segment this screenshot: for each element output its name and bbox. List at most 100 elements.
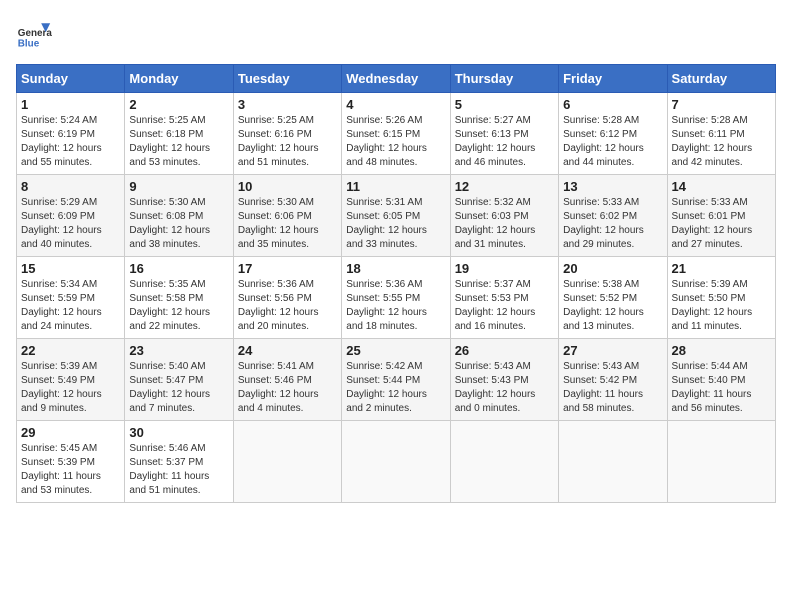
day-cell: 30 Sunrise: 5:46 AM Sunset: 5:37 PM Dayli… — [125, 421, 233, 503]
day-info: Sunrise: 5:28 AM Sunset: 6:11 PM Dayligh… — [672, 114, 771, 170]
day-cell: 12 Sunrise: 5:32 AM Sunset: 6:03 PM Dayli… — [450, 175, 558, 257]
day-info: Sunrise: 5:37 AM Sunset: 5:53 PM Dayligh… — [455, 278, 554, 334]
day-number: 7 — [672, 97, 771, 112]
day-number: 13 — [563, 179, 662, 194]
page-header: General Blue — [16, 16, 776, 52]
weekday-monday: Monday — [125, 65, 233, 93]
day-cell: 13Sunrise: 5:33 AM Sunset: 6:02 PM Dayli… — [559, 175, 667, 257]
day-cell: 6 Sunrise: 5:28 AM Sunset: 6:12 PM Daylig… — [559, 93, 667, 175]
day-info: Sunrise: 5:36 AM Sunset: 5:55 PM Dayligh… — [346, 278, 445, 334]
day-info: Sunrise: 5:46 AM Sunset: 5:37 PM Dayligh… — [129, 442, 228, 498]
day-cell: 7 Sunrise: 5:28 AM Sunset: 6:11 PM Daylig… — [667, 93, 775, 175]
day-cell: 19 Sunrise: 5:37 AM Sunset: 5:53 PM Dayli… — [450, 257, 558, 339]
calendar-body: 1 Sunrise: 5:24 AM Sunset: 6:19 PM Daylig… — [17, 93, 776, 503]
day-number: 18 — [346, 261, 445, 276]
week-row-2: 8 Sunrise: 5:29 AM Sunset: 6:09 PM Daylig… — [17, 175, 776, 257]
day-cell — [342, 421, 450, 503]
day-number: 12 — [455, 179, 554, 194]
weekday-thursday: Thursday — [450, 65, 558, 93]
day-info: Sunrise: 5:39 AM Sunset: 5:50 PM Dayligh… — [672, 278, 771, 334]
day-number: 11 — [346, 179, 445, 194]
day-cell: 5Sunrise: 5:27 AM Sunset: 6:13 PM Daylig… — [450, 93, 558, 175]
day-cell: 20Sunrise: 5:38 AM Sunset: 5:52 PM Dayli… — [559, 257, 667, 339]
day-info: Sunrise: 5:41 AM Sunset: 5:46 PM Dayligh… — [238, 360, 337, 416]
day-cell: 11 Sunrise: 5:31 AM Sunset: 6:05 PM Dayli… — [342, 175, 450, 257]
day-cell: 28 Sunrise: 5:44 AM Sunset: 5:40 PM Dayli… — [667, 339, 775, 421]
day-number: 16 — [129, 261, 228, 276]
day-info: Sunrise: 5:40 AM Sunset: 5:47 PM Dayligh… — [129, 360, 228, 416]
day-number: 23 — [129, 343, 228, 358]
week-row-5: 29Sunrise: 5:45 AM Sunset: 5:39 PM Dayli… — [17, 421, 776, 503]
weekday-saturday: Saturday — [667, 65, 775, 93]
day-cell: 1 Sunrise: 5:24 AM Sunset: 6:19 PM Daylig… — [17, 93, 125, 175]
day-number: 15 — [21, 261, 120, 276]
day-info: Sunrise: 5:24 AM Sunset: 6:19 PM Dayligh… — [21, 114, 120, 170]
svg-text:Blue: Blue — [18, 39, 40, 50]
day-cell: 25 Sunrise: 5:42 AM Sunset: 5:44 PM Dayli… — [342, 339, 450, 421]
day-number: 1 — [21, 97, 120, 112]
day-number: 26 — [455, 343, 554, 358]
day-cell: 18 Sunrise: 5:36 AM Sunset: 5:55 PM Dayli… — [342, 257, 450, 339]
day-info: Sunrise: 5:44 AM Sunset: 5:40 PM Dayligh… — [672, 360, 771, 416]
day-cell — [559, 421, 667, 503]
calendar-table: SundayMondayTuesdayWednesdayThursdayFrid… — [16, 64, 776, 503]
day-cell: 24 Sunrise: 5:41 AM Sunset: 5:46 PM Dayli… — [233, 339, 341, 421]
week-row-3: 15 Sunrise: 5:34 AM Sunset: 5:59 PM Dayli… — [17, 257, 776, 339]
day-number: 24 — [238, 343, 337, 358]
day-info: Sunrise: 5:29 AM Sunset: 6:09 PM Dayligh… — [21, 196, 120, 252]
day-info: Sunrise: 5:30 AM Sunset: 6:08 PM Dayligh… — [129, 196, 228, 252]
day-info: Sunrise: 5:36 AM Sunset: 5:56 PM Dayligh… — [238, 278, 337, 334]
calendar-header: SundayMondayTuesdayWednesdayThursdayFrid… — [17, 65, 776, 93]
day-cell: 21 Sunrise: 5:39 AM Sunset: 5:50 PM Dayli… — [667, 257, 775, 339]
day-info: Sunrise: 5:30 AM Sunset: 6:06 PM Dayligh… — [238, 196, 337, 252]
day-number: 4 — [346, 97, 445, 112]
weekday-friday: Friday — [559, 65, 667, 93]
day-info: Sunrise: 5:25 AM Sunset: 6:16 PM Dayligh… — [238, 114, 337, 170]
day-info: Sunrise: 5:28 AM Sunset: 6:12 PM Dayligh… — [563, 114, 662, 170]
day-info: Sunrise: 5:39 AM Sunset: 5:49 PM Dayligh… — [21, 360, 120, 416]
day-cell: 22 Sunrise: 5:39 AM Sunset: 5:49 PM Dayli… — [17, 339, 125, 421]
day-cell: 17Sunrise: 5:36 AM Sunset: 5:56 PM Dayli… — [233, 257, 341, 339]
day-info: Sunrise: 5:42 AM Sunset: 5:44 PM Dayligh… — [346, 360, 445, 416]
week-row-4: 22 Sunrise: 5:39 AM Sunset: 5:49 PM Dayli… — [17, 339, 776, 421]
day-info: Sunrise: 5:31 AM Sunset: 6:05 PM Dayligh… — [346, 196, 445, 252]
day-cell: 27 Sunrise: 5:43 AM Sunset: 5:42 PM Dayli… — [559, 339, 667, 421]
day-cell: 10Sunrise: 5:30 AM Sunset: 6:06 PM Dayli… — [233, 175, 341, 257]
day-number: 30 — [129, 425, 228, 440]
day-cell: 2Sunrise: 5:25 AM Sunset: 6:18 PM Daylig… — [125, 93, 233, 175]
logo-icon: General Blue — [16, 16, 52, 52]
weekday-header-row: SundayMondayTuesdayWednesdayThursdayFrid… — [17, 65, 776, 93]
day-cell: 15 Sunrise: 5:34 AM Sunset: 5:59 PM Dayli… — [17, 257, 125, 339]
day-info: Sunrise: 5:34 AM Sunset: 5:59 PM Dayligh… — [21, 278, 120, 334]
day-info: Sunrise: 5:32 AM Sunset: 6:03 PM Dayligh… — [455, 196, 554, 252]
day-cell: 3 Sunrise: 5:25 AM Sunset: 6:16 PM Daylig… — [233, 93, 341, 175]
day-number: 3 — [238, 97, 337, 112]
day-info: Sunrise: 5:43 AM Sunset: 5:42 PM Dayligh… — [563, 360, 662, 416]
day-info: Sunrise: 5:26 AM Sunset: 6:15 PM Dayligh… — [346, 114, 445, 170]
day-number: 6 — [563, 97, 662, 112]
day-info: Sunrise: 5:25 AM Sunset: 6:18 PM Dayligh… — [129, 114, 228, 170]
day-number: 22 — [21, 343, 120, 358]
day-info: Sunrise: 5:45 AM Sunset: 5:39 PM Dayligh… — [21, 442, 120, 498]
day-cell: 9 Sunrise: 5:30 AM Sunset: 6:08 PM Daylig… — [125, 175, 233, 257]
day-number: 20 — [563, 261, 662, 276]
day-cell — [233, 421, 341, 503]
day-cell: 29Sunrise: 5:45 AM Sunset: 5:39 PM Dayli… — [17, 421, 125, 503]
day-cell — [667, 421, 775, 503]
day-number: 27 — [563, 343, 662, 358]
day-cell: 26Sunrise: 5:43 AM Sunset: 5:43 PM Dayli… — [450, 339, 558, 421]
day-info: Sunrise: 5:35 AM Sunset: 5:58 PM Dayligh… — [129, 278, 228, 334]
weekday-tuesday: Tuesday — [233, 65, 341, 93]
day-number: 14 — [672, 179, 771, 194]
day-cell: 14Sunrise: 5:33 AM Sunset: 6:01 PM Dayli… — [667, 175, 775, 257]
day-number: 19 — [455, 261, 554, 276]
day-number: 21 — [672, 261, 771, 276]
day-cell: 8 Sunrise: 5:29 AM Sunset: 6:09 PM Daylig… — [17, 175, 125, 257]
day-number: 25 — [346, 343, 445, 358]
logo: General Blue — [16, 16, 52, 52]
day-number: 9 — [129, 179, 228, 194]
day-cell: 16 Sunrise: 5:35 AM Sunset: 5:58 PM Dayli… — [125, 257, 233, 339]
weekday-wednesday: Wednesday — [342, 65, 450, 93]
day-number: 8 — [21, 179, 120, 194]
day-number: 28 — [672, 343, 771, 358]
